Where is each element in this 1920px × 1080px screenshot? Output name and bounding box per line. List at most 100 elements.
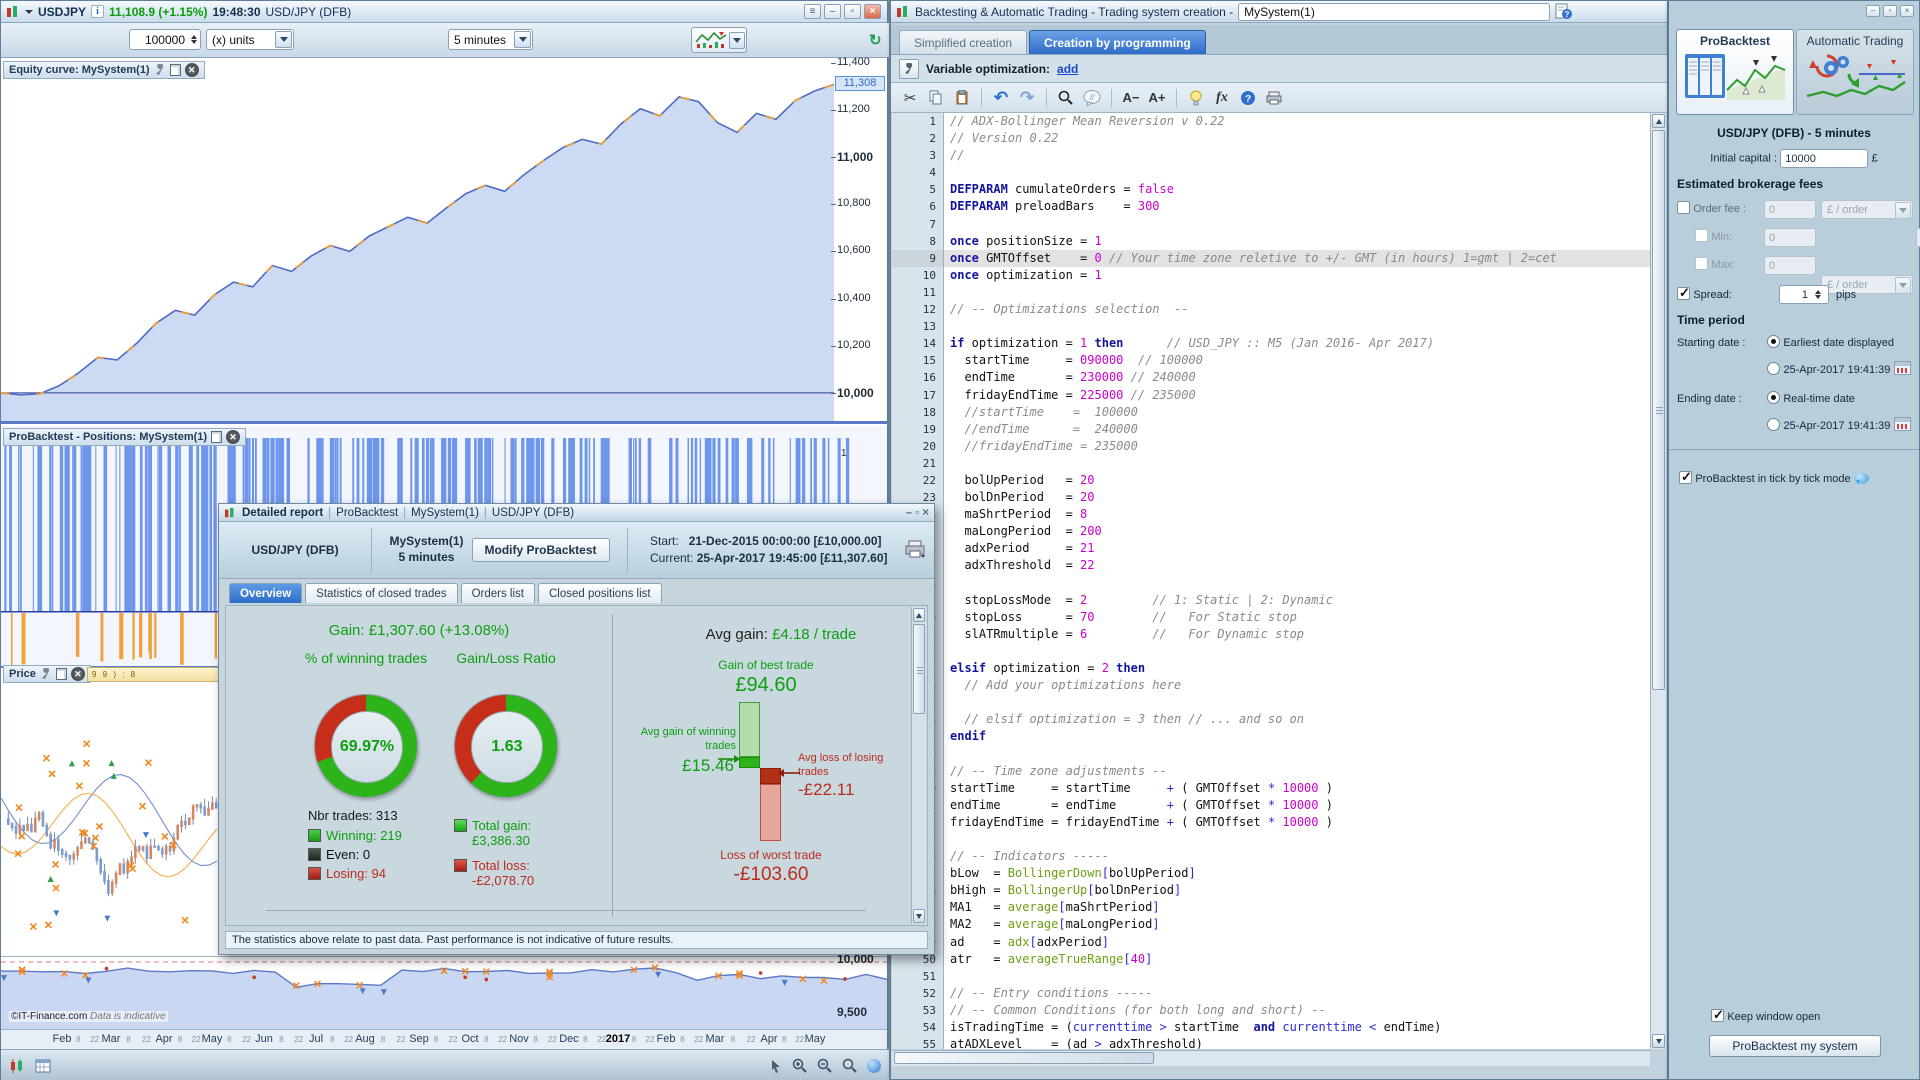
cut-icon[interactable]: ✂ bbox=[899, 87, 921, 109]
price-panel-title[interactable]: Price ✕ bbox=[3, 665, 91, 683]
modify-probacktest-button[interactable]: Modify ProBacktest bbox=[472, 538, 610, 562]
min-input[interactable]: 0 bbox=[1764, 228, 1816, 247]
min-unit-select[interactable]: £ / order bbox=[1916, 228, 1920, 247]
search-icon[interactable] bbox=[842, 1058, 858, 1074]
maximize-button[interactable]: ▫ bbox=[915, 507, 919, 519]
new-window-icon[interactable] bbox=[211, 431, 222, 443]
tab-creation-by-programming[interactable]: Creation by programming bbox=[1029, 30, 1206, 54]
wrench-icon[interactable] bbox=[154, 64, 166, 76]
wrench-icon[interactable] bbox=[899, 59, 919, 79]
chevron-down-icon[interactable] bbox=[1895, 202, 1911, 219]
tooltip-bubble-icon[interactable] bbox=[1854, 473, 1869, 484]
add-optimization-link[interactable]: add bbox=[1057, 62, 1078, 76]
symbol-dropdown-icon[interactable] bbox=[25, 10, 33, 18]
max-checkbox[interactable] bbox=[1695, 257, 1708, 270]
chevron-down-icon[interactable] bbox=[514, 31, 531, 48]
print-icon[interactable] bbox=[904, 540, 926, 560]
quantity-stepper[interactable]: 100000 bbox=[129, 29, 201, 50]
close-icon[interactable]: ✕ bbox=[226, 430, 240, 444]
keep-window-checkbox[interactable] bbox=[1711, 1009, 1724, 1022]
spread-input[interactable]: 1 bbox=[1779, 285, 1829, 304]
scroll-down-icon[interactable] bbox=[1652, 1034, 1665, 1048]
zoom-out-icon[interactable] bbox=[817, 1058, 833, 1074]
info-icon[interactable]: i bbox=[91, 5, 104, 18]
positions-panel-title[interactable]: ProBacktest - Positions: MySystem(1) ✕ bbox=[3, 428, 246, 446]
help-icon[interactable]: ? bbox=[1237, 87, 1259, 109]
maximize-button[interactable]: ▫ bbox=[844, 4, 861, 19]
wrench-icon[interactable] bbox=[40, 668, 52, 680]
new-window-icon[interactable] bbox=[56, 668, 67, 680]
minimize-button[interactable]: – bbox=[824, 4, 841, 19]
comment-icon[interactable]: // bbox=[1081, 87, 1103, 109]
code-editor[interactable]: 1// ADX-Bollinger Mean Reversion v 0.222… bbox=[892, 113, 1650, 1049]
search-icon[interactable] bbox=[1055, 87, 1077, 109]
tab-probacktest[interactable]: ProBacktest bbox=[1676, 29, 1794, 115]
calendar-icon[interactable] bbox=[35, 1058, 51, 1074]
rename-help-icon[interactable]: ? bbox=[1555, 3, 1573, 20]
tab-simplified-creation[interactable]: Simplified creation bbox=[899, 30, 1027, 54]
max-input[interactable]: 0 bbox=[1764, 256, 1816, 275]
time-axis[interactable]: Feb822Mar822Apr822May822Jun822Jul822Aug8… bbox=[1, 1029, 887, 1049]
max-unit-select[interactable]: £ / order bbox=[1821, 275, 1913, 294]
ending-option-date[interactable]: 25-Apr-2017 19:41:39 bbox=[1767, 417, 1911, 432]
keep-window-row[interactable]: Keep window open bbox=[1711, 1009, 1820, 1023]
chevron-down-icon[interactable] bbox=[275, 31, 292, 48]
report-tab-statistics-of-closed-trades[interactable]: Statistics of closed trades bbox=[305, 583, 457, 603]
equity-curve-chart[interactable] bbox=[1, 58, 835, 421]
new-window-icon[interactable] bbox=[170, 64, 181, 76]
decrease-font-icon[interactable]: A− bbox=[1120, 87, 1142, 109]
scroll-down-icon[interactable] bbox=[913, 909, 925, 923]
refresh-icon[interactable]: ↻ bbox=[869, 31, 882, 49]
paste-icon[interactable] bbox=[951, 87, 973, 109]
minimize-button[interactable]: – bbox=[906, 507, 912, 519]
scroll-up-icon[interactable] bbox=[1652, 114, 1665, 128]
system-name-input[interactable]: MySystem(1) bbox=[1238, 3, 1550, 21]
scroll-up-icon[interactable] bbox=[913, 608, 925, 622]
undo-icon[interactable]: ↶ bbox=[990, 87, 1012, 109]
order-fee-checkbox[interactable] bbox=[1677, 201, 1690, 214]
spread-checkbox[interactable] bbox=[1677, 287, 1690, 300]
maximize-button[interactable]: ▫ bbox=[1883, 5, 1897, 17]
candlestick-mode-icon[interactable] bbox=[9, 1058, 25, 1074]
scrollbar-thumb[interactable] bbox=[1652, 130, 1665, 690]
tab-automatic-trading[interactable]: Automatic Trading bbox=[1796, 29, 1914, 115]
run-probacktest-button[interactable]: ProBacktest my system bbox=[1709, 1035, 1881, 1057]
initial-capital-input[interactable]: 10000 bbox=[1780, 149, 1868, 168]
chevron-down-icon[interactable] bbox=[1895, 277, 1911, 294]
editor-vscrollbar[interactable] bbox=[1650, 113, 1666, 1049]
chevron-down-icon[interactable] bbox=[729, 32, 745, 49]
report-tab-overview[interactable]: Overview bbox=[229, 583, 302, 603]
report-tab-closed-positions-list[interactable]: Closed positions list bbox=[538, 583, 662, 603]
report-tab-orders-list[interactable]: Orders list bbox=[461, 583, 535, 603]
starting-option-earliest[interactable]: Earliest date displayed bbox=[1767, 335, 1894, 349]
globe-icon[interactable] bbox=[867, 1059, 881, 1073]
starting-option-date[interactable]: 25-Apr-2017 19:41:39 bbox=[1767, 361, 1911, 376]
min-checkbox[interactable] bbox=[1695, 229, 1708, 242]
close-button[interactable]: × bbox=[864, 4, 881, 19]
lightbulb-icon[interactable] bbox=[1185, 87, 1207, 109]
redo-icon[interactable]: ↷ bbox=[1016, 87, 1038, 109]
minimize-button[interactable]: – bbox=[1866, 5, 1880, 17]
increase-font-icon[interactable]: A+ bbox=[1146, 87, 1168, 109]
zoom-in-icon[interactable] bbox=[792, 1058, 808, 1074]
editor-hscrollbar[interactable] bbox=[892, 1050, 1650, 1066]
close-button[interactable]: × bbox=[922, 507, 929, 519]
calendar-icon[interactable] bbox=[1894, 417, 1911, 431]
close-button[interactable]: × bbox=[1900, 5, 1914, 17]
calendar-icon[interactable] bbox=[1894, 361, 1911, 375]
close-icon[interactable]: ✕ bbox=[71, 667, 85, 681]
insert-function-icon[interactable]: fx bbox=[1211, 87, 1233, 109]
chart-style-button[interactable] bbox=[691, 27, 747, 53]
close-icon[interactable]: ✕ bbox=[185, 63, 199, 77]
order-fee-unit-select[interactable]: £ / order bbox=[1821, 200, 1913, 219]
ending-option-realtime[interactable]: Real-time date bbox=[1767, 391, 1855, 405]
equity-panel-title[interactable]: Equity curve: MySystem(1) ✕ bbox=[3, 61, 205, 79]
tick-mode-checkbox[interactable] bbox=[1679, 471, 1692, 484]
timeframe-select[interactable]: 5 minutes bbox=[448, 29, 533, 50]
cursor-icon[interactable] bbox=[769, 1059, 783, 1073]
tick-mode-row[interactable]: ProBacktest in tick by tick mode bbox=[1679, 471, 1869, 485]
order-fee-input[interactable]: 0 bbox=[1764, 200, 1816, 219]
menu-icon[interactable]: ≡ bbox=[804, 4, 821, 19]
copy-icon[interactable] bbox=[925, 87, 947, 109]
report-scrollbar[interactable] bbox=[911, 607, 926, 924]
